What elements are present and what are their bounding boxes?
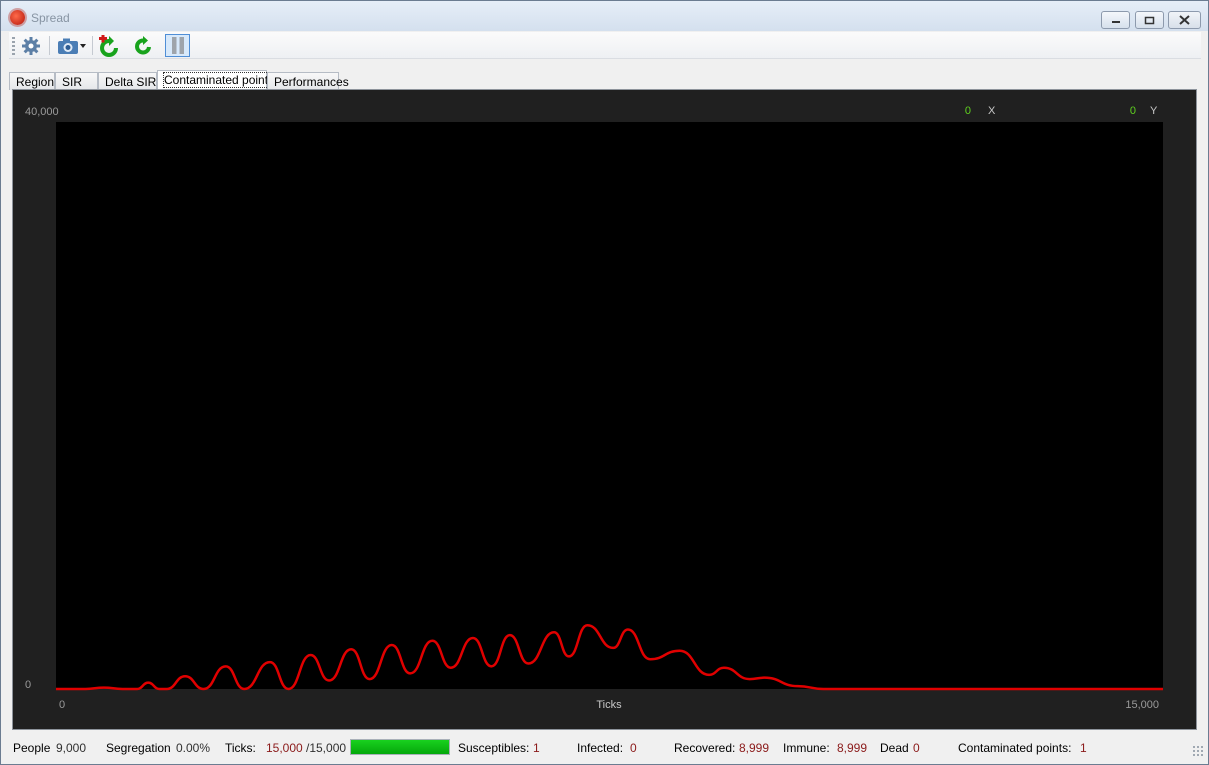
resize-grip-icon[interactable] xyxy=(1192,745,1204,757)
plot-area xyxy=(56,122,1163,689)
status-bar: People 9,000 Segregation 0.00% Ticks: 15… xyxy=(2,735,1208,764)
restart-add-icon xyxy=(99,34,118,57)
recovered-value: 8,999 xyxy=(739,741,770,755)
contaminated-points-chart[interactable]: 40,000 0 0 15,000 Ticks 0 X 0 Y xyxy=(13,90,1196,729)
ticks-label: Ticks: xyxy=(225,741,256,755)
pause-icon xyxy=(171,37,184,54)
y-tick-label: 40,000 xyxy=(25,106,59,118)
ticks-progress-bar xyxy=(350,739,450,755)
susceptibles-label: Susceptibles: xyxy=(458,741,530,755)
new-simulation-button[interactable] xyxy=(97,34,121,57)
y-tick-label: 0 xyxy=(25,679,31,691)
tab-label: Delta SIR xyxy=(105,75,157,89)
cursor-y-value: 0 xyxy=(1130,105,1136,117)
people-label: People xyxy=(13,741,51,755)
settings-button[interactable] xyxy=(19,34,43,57)
window-title: Spread xyxy=(31,11,70,25)
tab-label: Region xyxy=(16,75,55,89)
cursor-y-label: Y xyxy=(1150,105,1158,117)
cursor-x-label: X xyxy=(988,105,996,117)
cursor-x-value: 0 xyxy=(965,105,971,117)
app-window: Spread Region SIR Delta SIR Contaminated… xyxy=(0,0,1209,765)
chart-panel: 40,000 0 0 15,000 Ticks 0 X 0 Y xyxy=(12,89,1197,730)
gear-icon xyxy=(22,36,40,55)
infected-label: Infected: xyxy=(577,741,624,755)
recovered-label: Recovered: xyxy=(674,741,736,755)
contaminated-points-label: Contaminated points: xyxy=(958,741,1072,755)
toolbar xyxy=(9,32,1201,59)
x-tick-label: 15,000 xyxy=(1125,699,1159,711)
tab-region[interactable]: Region xyxy=(9,72,55,90)
infected-value: 0 xyxy=(630,741,637,755)
camera-icon xyxy=(57,38,78,54)
refresh-icon xyxy=(135,35,151,54)
maximize-button[interactable] xyxy=(1135,11,1164,29)
x-tick-label: 0 xyxy=(59,699,65,711)
x-axis-label: Ticks xyxy=(596,699,622,711)
dropdown-arrow-icon xyxy=(79,43,86,48)
title-bar: Spread xyxy=(1,1,1208,31)
tab-label: Performances xyxy=(274,75,349,89)
people-value: 9,000 xyxy=(56,741,87,755)
toolbar-separator xyxy=(49,36,50,55)
minimize-icon xyxy=(1111,21,1120,23)
close-button[interactable] xyxy=(1168,11,1201,29)
tab-contaminated-points[interactable]: Contaminated points xyxy=(157,70,276,90)
dead-value: 0 xyxy=(913,741,920,755)
contaminated-points-value: 1 xyxy=(1080,741,1087,755)
immune-label: Immune: xyxy=(783,741,830,755)
tab-performances[interactable]: Performances xyxy=(267,72,349,90)
ticks-max: /15,000 xyxy=(306,741,347,755)
toolbar-separator xyxy=(92,36,93,55)
minimize-button[interactable] xyxy=(1101,11,1130,29)
immune-value: 8,999 xyxy=(837,741,868,755)
toolbar-grip-icon[interactable] xyxy=(12,37,15,55)
segregation-label: Segregation xyxy=(106,741,171,755)
reset-button[interactable] xyxy=(131,34,155,57)
dead-label: Dead xyxy=(880,741,909,755)
tab-label: Contaminated points xyxy=(162,72,276,88)
virus-app-icon xyxy=(10,10,25,25)
progress-fill xyxy=(351,740,449,754)
tab-label: SIR xyxy=(62,75,83,89)
tab-delta-sir[interactable]: Delta SIR xyxy=(98,72,157,90)
tab-sir[interactable]: SIR xyxy=(55,72,98,90)
pause-button[interactable] xyxy=(165,34,190,57)
snapshot-dropdown-button[interactable] xyxy=(55,34,87,57)
ticks-value: 15,000 xyxy=(266,741,303,755)
segregation-value: 0.00% xyxy=(176,741,211,755)
close-icon xyxy=(1179,15,1190,25)
susceptibles-value: 1 xyxy=(533,741,540,755)
restore-icon xyxy=(1144,16,1155,24)
